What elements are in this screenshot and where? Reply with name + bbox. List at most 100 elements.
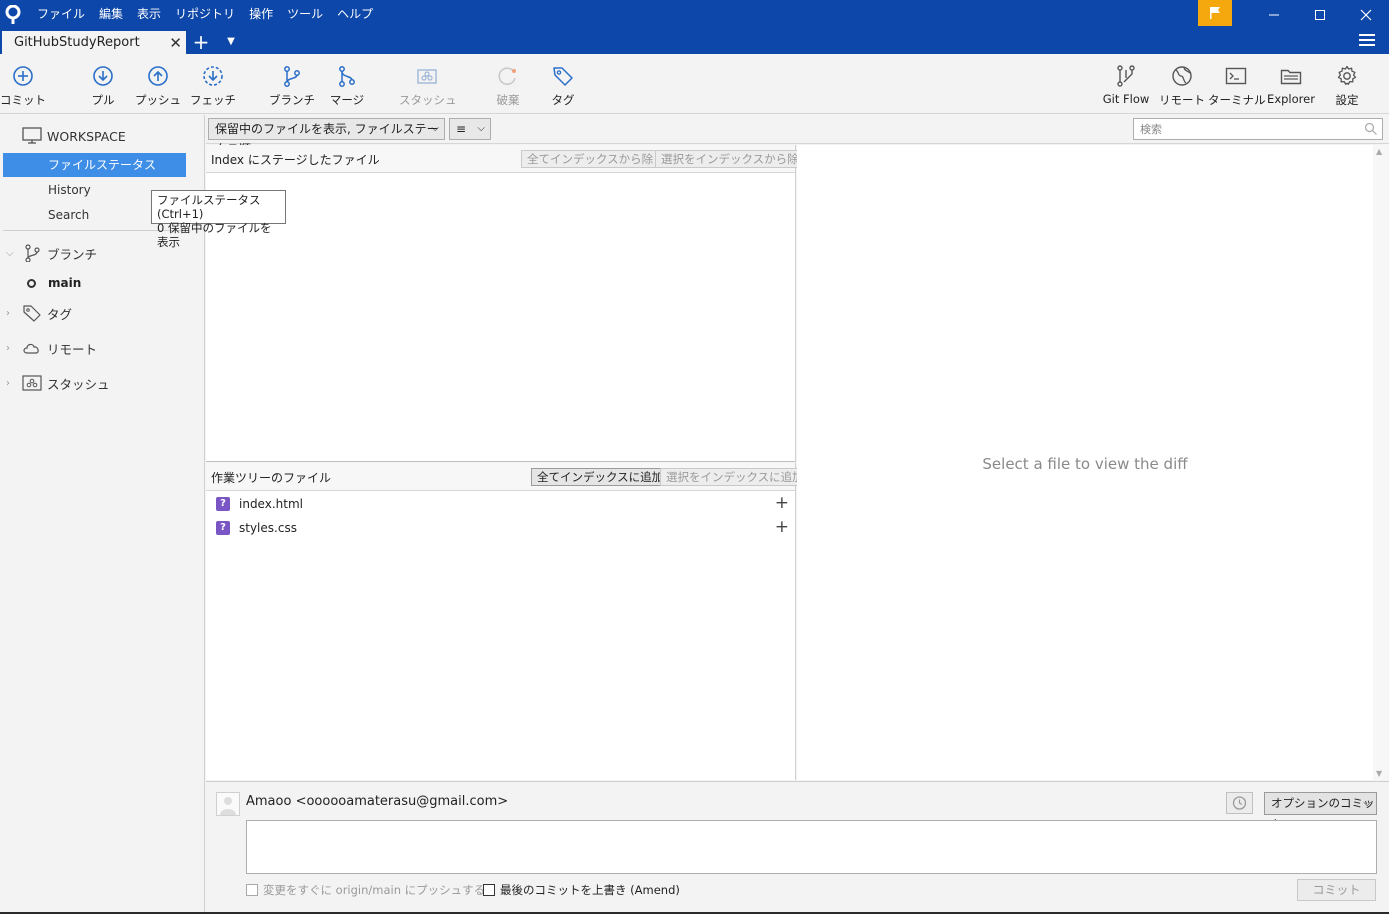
maximize-button[interactable] bbox=[1297, 0, 1343, 29]
minimize-button[interactable] bbox=[1251, 0, 1297, 29]
terminal-icon bbox=[1225, 67, 1247, 85]
repo-tab-row: GitHubStudyReport ✕ + ▼ bbox=[0, 30, 1389, 55]
close-window-button[interactable] bbox=[1343, 0, 1389, 29]
commit-history-button[interactable] bbox=[1226, 792, 1253, 814]
branches-expanded-caret-icon[interactable]: ⌵ bbox=[6, 248, 14, 259]
scroll-up-icon[interactable]: ▲ bbox=[1376, 147, 1382, 156]
git-flow-button[interactable]: Git Flow bbox=[1098, 64, 1154, 110]
commit-author: Amaoo <oooooamaterasu@gmail.com> bbox=[246, 794, 509, 809]
unstage-selected-button[interactable]: 選択をインデックスから除く bbox=[655, 150, 817, 168]
branch-button[interactable]: ブランチ bbox=[264, 64, 320, 110]
terminal-button[interactable]: ターミナル bbox=[1208, 64, 1266, 110]
explorer-button[interactable]: Explorer bbox=[1263, 64, 1319, 110]
file-filter-dropdown[interactable]: 保留中のファイルを表示, ファイルステータス順 ⌵ bbox=[208, 118, 445, 156]
commit-button[interactable]: コミット bbox=[0, 64, 51, 110]
fetch-icon bbox=[203, 66, 223, 86]
tag-button[interactable]: タグ bbox=[535, 64, 591, 110]
new-tab-button[interactable]: + bbox=[191, 31, 211, 53]
sidebar-item-file-status[interactable]: ファイルステータス bbox=[3, 153, 186, 177]
hamburger-menu-icon[interactable] bbox=[1359, 34, 1375, 48]
tags-collapsed-caret-icon[interactable]: › bbox=[6, 308, 10, 319]
tab-close-icon[interactable]: ✕ bbox=[169, 31, 182, 55]
amend-option[interactable]: 最後のコミットを上書き (Amend) bbox=[483, 882, 680, 898]
folder-icon bbox=[1280, 69, 1302, 85]
stage-all-button[interactable]: 全てインデックスに追加 bbox=[531, 468, 670, 486]
branch-icon bbox=[284, 66, 300, 87]
flag-icon bbox=[1210, 7, 1220, 19]
menu-view[interactable]: 表示 bbox=[130, 0, 168, 29]
pull-button[interactable]: プル bbox=[75, 64, 131, 110]
remotes-collapsed-caret-icon[interactable]: › bbox=[6, 343, 10, 354]
untracked-status-icon: ? bbox=[216, 521, 230, 535]
tab-list-dropdown[interactable]: ▼ bbox=[224, 33, 238, 51]
amend-checkbox[interactable] bbox=[483, 884, 495, 896]
fetch-button[interactable]: フェッチ bbox=[185, 64, 241, 110]
push-icon bbox=[148, 66, 168, 86]
remote-button[interactable]: リモート bbox=[1154, 64, 1210, 110]
stashes-header[interactable]: スタッシュ bbox=[22, 372, 110, 394]
chevron-down-icon: ⌵ bbox=[1363, 798, 1371, 809]
menu-tools[interactable]: ツール bbox=[280, 0, 330, 29]
menu-file[interactable]: ファイル bbox=[30, 0, 92, 29]
search-input[interactable] bbox=[1133, 118, 1383, 140]
settings-button[interactable]: 設定 bbox=[1319, 64, 1375, 110]
menu-repository[interactable]: リポジトリ bbox=[168, 0, 242, 29]
scroll-down-icon[interactable]: ▼ bbox=[1376, 769, 1382, 778]
working-tree-header: 作業ツリーのファイル 全てインデックスに追加 選択をインデックスに追加 bbox=[206, 463, 810, 491]
chevron-down-icon: ⌵ bbox=[431, 123, 439, 134]
clock-icon bbox=[1232, 796, 1247, 810]
list-view-icon: ≡ bbox=[456, 122, 467, 136]
menu-actions[interactable]: 操作 bbox=[242, 0, 280, 29]
stash-icon bbox=[22, 375, 42, 391]
gear-icon bbox=[1337, 65, 1357, 85]
menu-help[interactable]: ヘルプ bbox=[330, 0, 380, 29]
pull-icon bbox=[93, 66, 113, 86]
menu-edit[interactable]: 編集 bbox=[92, 0, 130, 29]
tag-icon bbox=[23, 305, 41, 322]
unstage-all-button[interactable]: 全てインデックスから除く bbox=[521, 150, 671, 168]
stage-file-plus-icon[interactable]: + bbox=[775, 494, 789, 512]
commit-message-input[interactable] bbox=[246, 820, 1377, 874]
maximize-icon bbox=[1315, 9, 1325, 20]
stage-selected-button[interactable]: 選択をインデックスに追加 bbox=[660, 468, 810, 486]
repo-tab[interactable]: GitHubStudyReport ✕ bbox=[2, 31, 186, 55]
title-bar: ファイル 編集 表示 リポジトリ 操作 ツール ヘルプ GitHubStudyR… bbox=[0, 0, 1389, 55]
menu-bar: ファイル 編集 表示 リポジトリ 操作 ツール ヘルプ bbox=[30, 0, 380, 29]
push-immediately-checkbox[interactable] bbox=[246, 884, 258, 896]
commit-submit-button[interactable]: コミット bbox=[1297, 879, 1376, 901]
file-filter-bar: 保留中のファイルを表示, ファイルステータス順 ⌵ ≡ ⌵ bbox=[206, 115, 1389, 156]
stashes-collapsed-caret-icon[interactable]: › bbox=[6, 378, 10, 389]
untracked-status-icon: ? bbox=[216, 497, 230, 511]
push-immediately-option[interactable]: 変更をすぐに origin/main にプッシュする bbox=[246, 882, 485, 898]
file-row[interactable]: ? styles.css + bbox=[206, 516, 795, 540]
commit-panel: Amaoo <oooooamaterasu@gmail.com> オプションのコ… bbox=[206, 781, 1389, 912]
stash-button[interactable]: スタッシュ bbox=[399, 64, 457, 110]
staged-files-pane: Index にステージしたファイル 全てインデックスから除く 選択をインデックス… bbox=[206, 145, 817, 462]
discard-icon bbox=[498, 67, 516, 85]
merge-button[interactable]: マージ bbox=[319, 64, 375, 110]
cloud-icon bbox=[23, 343, 39, 354]
sourcetree-logo-icon bbox=[5, 5, 21, 24]
workspace-header: WORKSPACE bbox=[22, 125, 126, 147]
chevron-down-icon: ⌵ bbox=[477, 123, 485, 134]
current-branch-icon bbox=[27, 278, 36, 288]
diff-pane: Select a file to view the diff bbox=[797, 145, 1373, 780]
file-status-tooltip: ファイルステータス (Ctrl+1) 0 保留中のファイルを表示 bbox=[151, 190, 286, 249]
discard-button[interactable]: 破棄 bbox=[480, 64, 536, 110]
remotes-header[interactable]: リモート bbox=[22, 337, 97, 359]
notification-flag-button[interactable] bbox=[1198, 0, 1232, 26]
tags-header[interactable]: タグ bbox=[22, 302, 72, 324]
branches-header[interactable]: ブランチ bbox=[22, 242, 97, 264]
diff-scrollbar[interactable]: ▲ ▼ bbox=[1373, 145, 1388, 780]
staged-files-title: Index にステージしたファイル bbox=[211, 153, 380, 167]
branch-item-main[interactable]: main bbox=[27, 276, 81, 290]
commit-options-dropdown[interactable]: オプションのコミット ⌵ bbox=[1264, 792, 1377, 831]
merge-icon bbox=[339, 66, 355, 87]
working-tree-title: 作業ツリーのファイル bbox=[211, 471, 332, 485]
stage-file-plus-icon[interactable]: + bbox=[775, 518, 789, 536]
branch-icon bbox=[25, 244, 40, 262]
view-mode-dropdown[interactable]: ≡ ⌵ bbox=[449, 118, 491, 140]
push-button[interactable]: プッシュ bbox=[130, 64, 186, 110]
file-name: index.html bbox=[239, 497, 303, 511]
file-row[interactable]: ? index.html + bbox=[206, 492, 795, 516]
